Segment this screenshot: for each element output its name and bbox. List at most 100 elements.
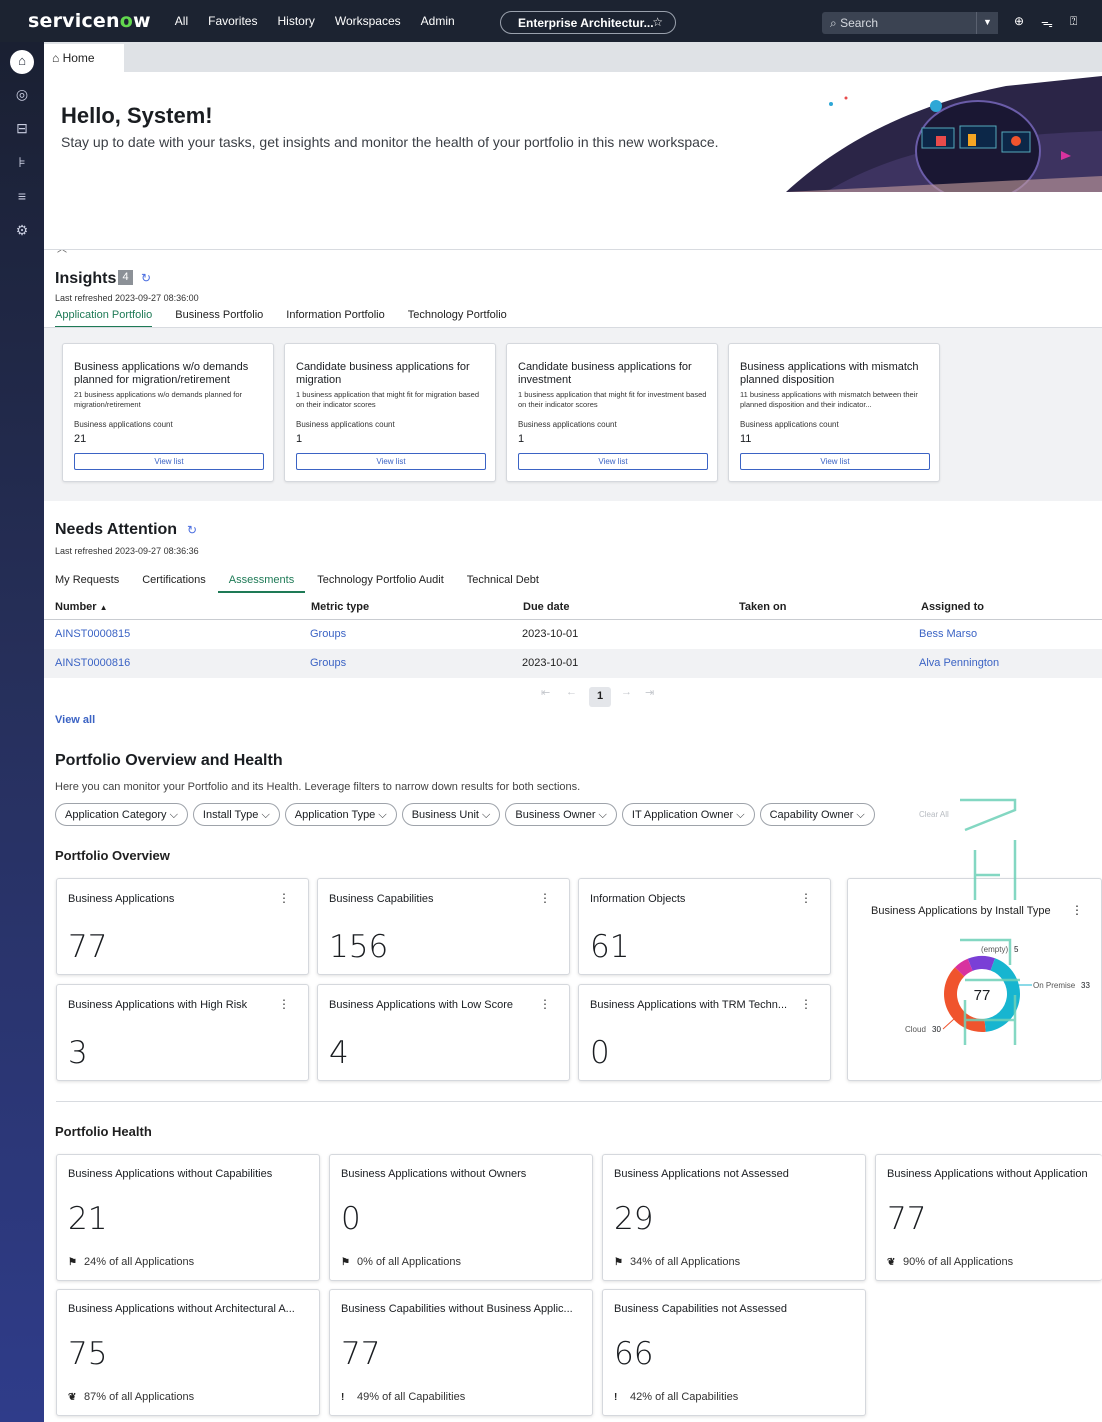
- list-icon[interactable]: ≡: [12, 188, 32, 208]
- next-page-icon[interactable]: →: [621, 686, 632, 698]
- home-icon[interactable]: ⌂: [10, 50, 34, 74]
- health-card-value: 0: [341, 1201, 361, 1237]
- assessments-table: Number ▲ Metric type Due date Taken on A…: [44, 594, 1102, 678]
- health-card-pct-row: ! 49% of all Capabilities: [341, 1391, 465, 1403]
- nav-history[interactable]: History: [277, 14, 314, 28]
- filter-business-unit[interactable]: Business Unit ⌵: [401, 803, 501, 826]
- row-metric-link[interactable]: Groups: [310, 628, 346, 640]
- search-input[interactable]: ⌕ Search: [822, 12, 976, 34]
- settings-icon[interactable]: ⚙: [12, 222, 32, 242]
- tab-application-portfolio[interactable]: Application Portfolio: [55, 309, 153, 328]
- briefcase-icon[interactable]: ⊟: [12, 120, 32, 140]
- row-number-link[interactable]: AINST0000815: [55, 628, 130, 640]
- clear-all-button[interactable]: Clear All: [919, 810, 949, 819]
- table-row: AINST0000815 Groups 2023-10-01 Bess Mars…: [44, 620, 1102, 649]
- filter-application-type[interactable]: Application Type ⌵: [284, 803, 397, 826]
- overview-card[interactable]: Business Applications with Low Score ⋮ 4: [317, 984, 570, 1081]
- tab-information-portfolio[interactable]: Information Portfolio: [286, 309, 384, 328]
- tab-assessments[interactable]: Assessments: [217, 574, 306, 593]
- tab-technology-portfolio-audit[interactable]: Technology Portfolio Audit: [317, 574, 444, 593]
- health-card[interactable]: Business Applications without Owners 0 ⚑…: [329, 1154, 593, 1281]
- health-card-pct: 49% of all Capabilities: [357, 1391, 466, 1403]
- overview-card[interactable]: Business Applications ⋮ 77: [56, 878, 309, 975]
- health-card[interactable]: Business Applications without Architectu…: [56, 1289, 320, 1416]
- refresh-icon[interactable]: ↻: [141, 271, 151, 285]
- overview-card[interactable]: Business Capabilities ⋮ 156: [317, 878, 570, 975]
- nav-workspaces[interactable]: Workspaces: [335, 14, 401, 28]
- filter-business-owner[interactable]: Business Owner ⌵: [505, 803, 617, 826]
- more-options-icon[interactable]: ⋮: [800, 997, 812, 1011]
- col-number-label: Number: [55, 601, 97, 613]
- chevron-down-icon: ⌵: [169, 809, 178, 821]
- more-options-icon[interactable]: ⋮: [278, 997, 290, 1011]
- workspace-tab-strip: [44, 42, 1102, 72]
- health-card-pct: 24% of all Applications: [84, 1256, 195, 1268]
- health-card-pct-row: ❦ 87% of all Applications: [68, 1391, 194, 1403]
- more-options-icon[interactable]: ⋮: [539, 891, 551, 905]
- overview-card[interactable]: Information Objects ⋮ 61: [578, 878, 831, 975]
- prev-page-icon[interactable]: ←: [566, 686, 577, 698]
- health-card[interactable]: Business Capabilities without Business A…: [329, 1289, 593, 1416]
- overview-card[interactable]: Business Applications with High Risk ⋮ 3: [56, 984, 309, 1081]
- greeting-subtitle: Stay up to date with your tasks, get ins…: [61, 134, 719, 150]
- view-list-button[interactable]: View list: [296, 453, 486, 470]
- servicenow-logo[interactable]: servicenow: [28, 10, 151, 32]
- filter-it-application-owner[interactable]: IT Application Owner ⌵: [621, 803, 755, 826]
- health-card[interactable]: Business Applications not Assessed 29 ⚑ 3…: [602, 1154, 866, 1281]
- filter-application-category[interactable]: Application Category ⌵: [55, 803, 188, 826]
- more-options-icon[interactable]: ⋮: [539, 997, 551, 1011]
- health-card[interactable]: Business Capabilities not Assessed 66 ! 4…: [602, 1289, 866, 1416]
- view-list-button[interactable]: View list: [74, 453, 264, 470]
- view-list-button[interactable]: View list: [740, 453, 930, 470]
- search-scope-dropdown[interactable]: ▼: [976, 12, 998, 34]
- first-page-icon[interactable]: ⇤: [541, 686, 550, 699]
- col-taken-on[interactable]: Taken on: [739, 601, 786, 613]
- insight-card-label: Business applications count: [74, 420, 173, 429]
- nav-favorites[interactable]: Favorites: [208, 14, 257, 28]
- filter-label: Application Type: [294, 809, 376, 821]
- refresh-icon[interactable]: ↻: [187, 523, 197, 537]
- row-number-link[interactable]: AINST0000816: [55, 657, 130, 669]
- nav-all[interactable]: All: [175, 14, 188, 28]
- tab-technical-debt[interactable]: Technical Debt: [467, 574, 539, 593]
- col-number[interactable]: Number ▲: [55, 601, 108, 613]
- health-card[interactable]: Business Applications without Applicatio…: [875, 1154, 1102, 1281]
- overview-card[interactable]: Business Applications with TRM Techn... …: [578, 984, 831, 1081]
- tab-technology-portfolio[interactable]: Technology Portfolio: [408, 309, 507, 328]
- context-label: Enterprise Architectur...: [518, 16, 654, 30]
- page-number[interactable]: 1: [589, 687, 611, 707]
- col-due-date[interactable]: Due date: [523, 601, 569, 613]
- row-metric-link[interactable]: Groups: [310, 657, 346, 669]
- col-assigned-to[interactable]: Assigned to: [921, 601, 984, 613]
- filter-capability-owner[interactable]: Capability Owner ⌵: [759, 803, 875, 826]
- star-icon[interactable]: ☆: [652, 15, 663, 29]
- insight-card-label: Business applications count: [518, 420, 617, 429]
- col-metric-type[interactable]: Metric type: [311, 601, 369, 613]
- globe-icon[interactable]: ⊕: [1014, 14, 1024, 28]
- tab-home[interactable]: ⌂ Home: [44, 44, 124, 72]
- collapse-chevron-icon[interactable]: ︿: [57, 240, 67, 255]
- health-card-label: Business Applications without Capabiliti…: [68, 1168, 273, 1180]
- more-options-icon[interactable]: ⋮: [278, 891, 290, 905]
- chat-icon[interactable]: ᯓ: [1041, 14, 1053, 31]
- tab-certifications[interactable]: Certifications: [142, 574, 206, 593]
- dashboard-icon[interactable]: ◎: [12, 86, 32, 106]
- health-card[interactable]: Business Applications without Capabiliti…: [56, 1154, 320, 1281]
- row-assigned-link[interactable]: Alva Pennington: [919, 657, 999, 669]
- nav-admin[interactable]: Admin: [421, 14, 455, 28]
- tab-business-portfolio[interactable]: Business Portfolio: [175, 309, 263, 328]
- filter-install-type[interactable]: Install Type ⌵: [192, 803, 280, 826]
- view-list-button[interactable]: View list: [518, 453, 708, 470]
- flag-icon: ⚑: [68, 1257, 77, 1268]
- last-page-icon[interactable]: ⇥: [645, 686, 654, 699]
- help-icon[interactable]: ⍰: [1070, 14, 1077, 29]
- view-all-link[interactable]: View all: [55, 714, 95, 726]
- tab-my-requests[interactable]: My Requests: [55, 574, 119, 593]
- chevron-down-icon: ⌵: [378, 809, 387, 821]
- more-options-icon[interactable]: ⋮: [800, 891, 812, 905]
- report-icon[interactable]: ⊧: [12, 154, 32, 174]
- context-pill[interactable]: Enterprise Architectur... ☆: [500, 11, 676, 34]
- row-assigned-link[interactable]: Bess Marso: [919, 628, 977, 640]
- fire-icon: ❦: [68, 1392, 77, 1403]
- overview-card-label: Business Applications with Low Score: [329, 999, 514, 1011]
